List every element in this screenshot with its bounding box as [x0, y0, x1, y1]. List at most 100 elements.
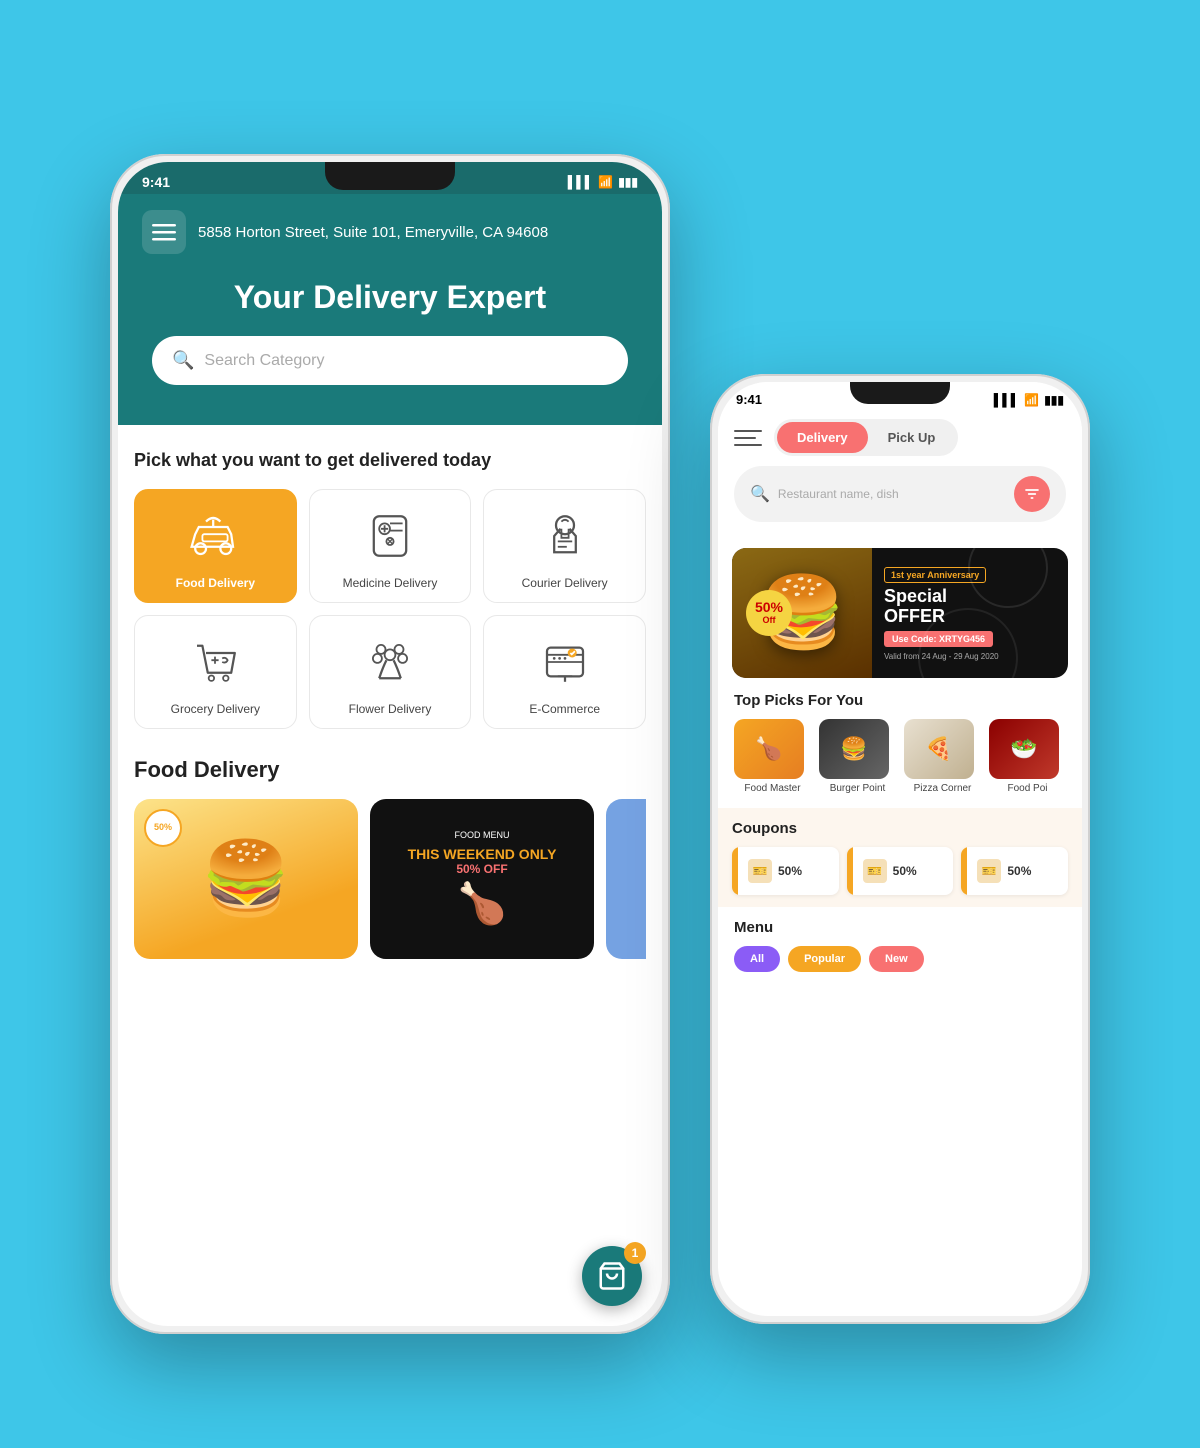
coupon-percent-3: 50%: [1007, 864, 1031, 878]
pick-img-food-poi: 🥗: [989, 719, 1059, 779]
flower-delivery-label: Flower Delivery: [349, 702, 432, 716]
filter-button[interactable]: [1014, 476, 1050, 512]
pick-label-burger-point: Burger Point: [819, 783, 896, 794]
filter-icon: [1024, 486, 1040, 502]
phone2-search-bar[interactable]: 🔍 Restaurant name, dish: [734, 466, 1066, 522]
delivery-toggle-btn[interactable]: Delivery: [777, 422, 868, 453]
top-picks-title: Top Picks For You: [734, 692, 1066, 709]
phone2-battery-icon: ▮▮▮: [1044, 393, 1064, 407]
pick-img-food-master: 🍗: [734, 719, 804, 779]
coupon-2[interactable]: 🎫 50%: [847, 847, 954, 895]
phone2-notch: [850, 382, 950, 404]
food-delivery-section-title: Food Delivery: [134, 757, 646, 783]
hero-title: Your Delivery Expert: [142, 278, 638, 316]
toggle-group: Delivery Pick Up: [774, 419, 958, 456]
pickup-toggle-btn[interactable]: Pick Up: [868, 422, 956, 453]
grocery-delivery-label: Grocery Delivery: [171, 702, 260, 716]
fifty-percent-badge: 50% Off: [746, 590, 792, 636]
category-courier-delivery[interactable]: Courier Delivery: [483, 489, 646, 603]
pick-label-food-master: Food Master: [734, 783, 811, 794]
phone2-search-input[interactable]: Restaurant name, dish: [778, 487, 1002, 501]
phone1-body: Pick what you want to get delivered toda…: [118, 425, 662, 982]
category-flower-delivery[interactable]: Flower Delivery: [309, 615, 472, 729]
phone1-header: 5858 Horton Street, Suite 101, Emeryvill…: [118, 194, 662, 425]
medicine-delivery-icon: [363, 509, 417, 563]
menu-tag-new[interactable]: New: [869, 946, 924, 972]
category-medicine-delivery[interactable]: Medicine Delivery: [309, 489, 472, 603]
delivery-toggle-bar: Delivery Pick Up: [734, 419, 1066, 456]
categories-grid: Food Delivery: [134, 489, 646, 729]
category-grocery-delivery[interactable]: Grocery Delivery: [134, 615, 297, 729]
battery-icon: ▮▮▮: [618, 175, 638, 189]
phone2-search-icon: 🔍: [750, 484, 770, 504]
medicine-delivery-label: Medicine Delivery: [343, 576, 438, 590]
phone1-search-bar[interactable]: 🔍 Search Category: [152, 336, 628, 385]
pick-item-food-master[interactable]: 🍗 Food Master: [734, 719, 811, 794]
food-menu-discount: 50% OFF: [456, 862, 507, 876]
menu-icon-box[interactable]: [142, 210, 186, 254]
category-ecommerce[interactable]: E-Commerce: [483, 615, 646, 729]
flower-delivery-icon: [363, 635, 417, 689]
food-card-menu: FOOD MENU THIS WEEKEND ONLY 50% OFF 🍗: [370, 799, 594, 959]
coupon-icon-2: 🎫: [863, 859, 887, 883]
menu-section: Menu All Popular New: [718, 907, 1082, 984]
coupon-strip-2: [847, 847, 853, 895]
coupon-strip-1: [732, 847, 738, 895]
pick-section-title: Pick what you want to get delivered toda…: [134, 449, 646, 472]
phone2-inner: 9:41 ▌▌▌ 📶 ▮▮▮ Delivery: [718, 382, 1082, 1316]
food-card-burger: 50% 🍔: [134, 799, 358, 959]
pick-label-food-poi: Food Poi: [989, 783, 1066, 794]
phone2-status-icons: ▌▌▌ 📶 ▮▮▮: [994, 393, 1064, 407]
burger-emoji: 🍔: [201, 836, 291, 921]
cart-button[interactable]: 1: [582, 1246, 642, 1306]
flower-icon-wrap: [360, 632, 420, 692]
cart-icon: [597, 1261, 627, 1291]
banner-burger-area: 🍔 50% Off: [732, 548, 872, 678]
search-placeholder-text: Search Category: [204, 352, 324, 370]
courier-delivery-icon: [538, 509, 592, 563]
phone-2: 9:41 ▌▌▌ 📶 ▮▮▮ Delivery: [710, 374, 1090, 1324]
menu-title: Menu: [734, 919, 1066, 936]
courier-icon-wrap: [535, 506, 595, 566]
food-delivery-icon-wrap: [185, 506, 245, 566]
phone1-inner: 9:41 ▌▌▌ 📶 ▮▮▮ 58: [118, 162, 662, 1326]
grocery-icon-wrap: [185, 632, 245, 692]
category-food-delivery[interactable]: Food Delivery: [134, 489, 297, 603]
menu-tag-all[interactable]: All: [734, 946, 780, 972]
search-icon: 🔍: [172, 350, 194, 371]
food-card-partial: [606, 799, 646, 959]
coupon-1[interactable]: 🎫 50%: [732, 847, 839, 895]
promo-banner: 🍔 50% Off 1st year Anniversary Special O…: [732, 548, 1068, 678]
pick-item-food-poi[interactable]: 🥗 Food Poi: [989, 719, 1066, 794]
phones-container: 9:41 ▌▌▌ 📶 ▮▮▮ 58: [110, 74, 1090, 1374]
menu-tag-popular[interactable]: Popular: [788, 946, 861, 972]
coupon-icon-3: 🎫: [977, 859, 1001, 883]
grocery-delivery-icon: [188, 635, 242, 689]
hamburger-icon: [152, 220, 176, 244]
phone1-time: 9:41: [142, 174, 170, 190]
pick-item-burger-point[interactable]: 🍔 Burger Point: [819, 719, 896, 794]
pick-label-pizza-corner: Pizza Corner: [904, 783, 981, 794]
phone1-status-icons: ▌▌▌ 📶 ▮▮▮: [568, 175, 638, 189]
top-picks-section: Top Picks For You 🍗 Food Master 🍔 Burger…: [718, 692, 1082, 808]
courier-delivery-label: Courier Delivery: [522, 576, 608, 590]
food-delivery-label: Food Delivery: [176, 576, 255, 590]
top-picks-row: 🍗 Food Master 🍔 Burger Point 🍕 Pizza Cor…: [734, 719, 1066, 794]
phone2-wifi-icon: 📶: [1024, 393, 1039, 407]
wifi-icon: 📶: [598, 175, 613, 189]
pick-img-pizza-corner: 🍕: [904, 719, 974, 779]
medicine-icon-wrap: [360, 506, 420, 566]
cart-badge-count: 1: [624, 1242, 646, 1264]
food-cards: 50% 🍔 FOOD MENU THIS WEEKEND ONLY 50% OF…: [134, 799, 646, 959]
food-menu-title: THIS WEEKEND ONLY: [408, 846, 557, 862]
address-text: 5858 Horton Street, Suite 101, Emeryvill…: [198, 222, 548, 243]
pick-item-pizza-corner[interactable]: 🍕 Pizza Corner: [904, 719, 981, 794]
coupon-icon-1: 🎫: [748, 859, 772, 883]
discount-badge: 50%: [144, 809, 182, 847]
phone2-time: 9:41: [736, 392, 762, 407]
coupon-3[interactable]: 🎫 50%: [961, 847, 1068, 895]
phone2-hamburger-icon[interactable]: [734, 424, 762, 452]
phone-1: 9:41 ▌▌▌ 📶 ▮▮▮ 58: [110, 154, 670, 1334]
ecommerce-delivery-icon: [538, 635, 592, 689]
chicken-emoji: 🍗: [457, 880, 507, 927]
